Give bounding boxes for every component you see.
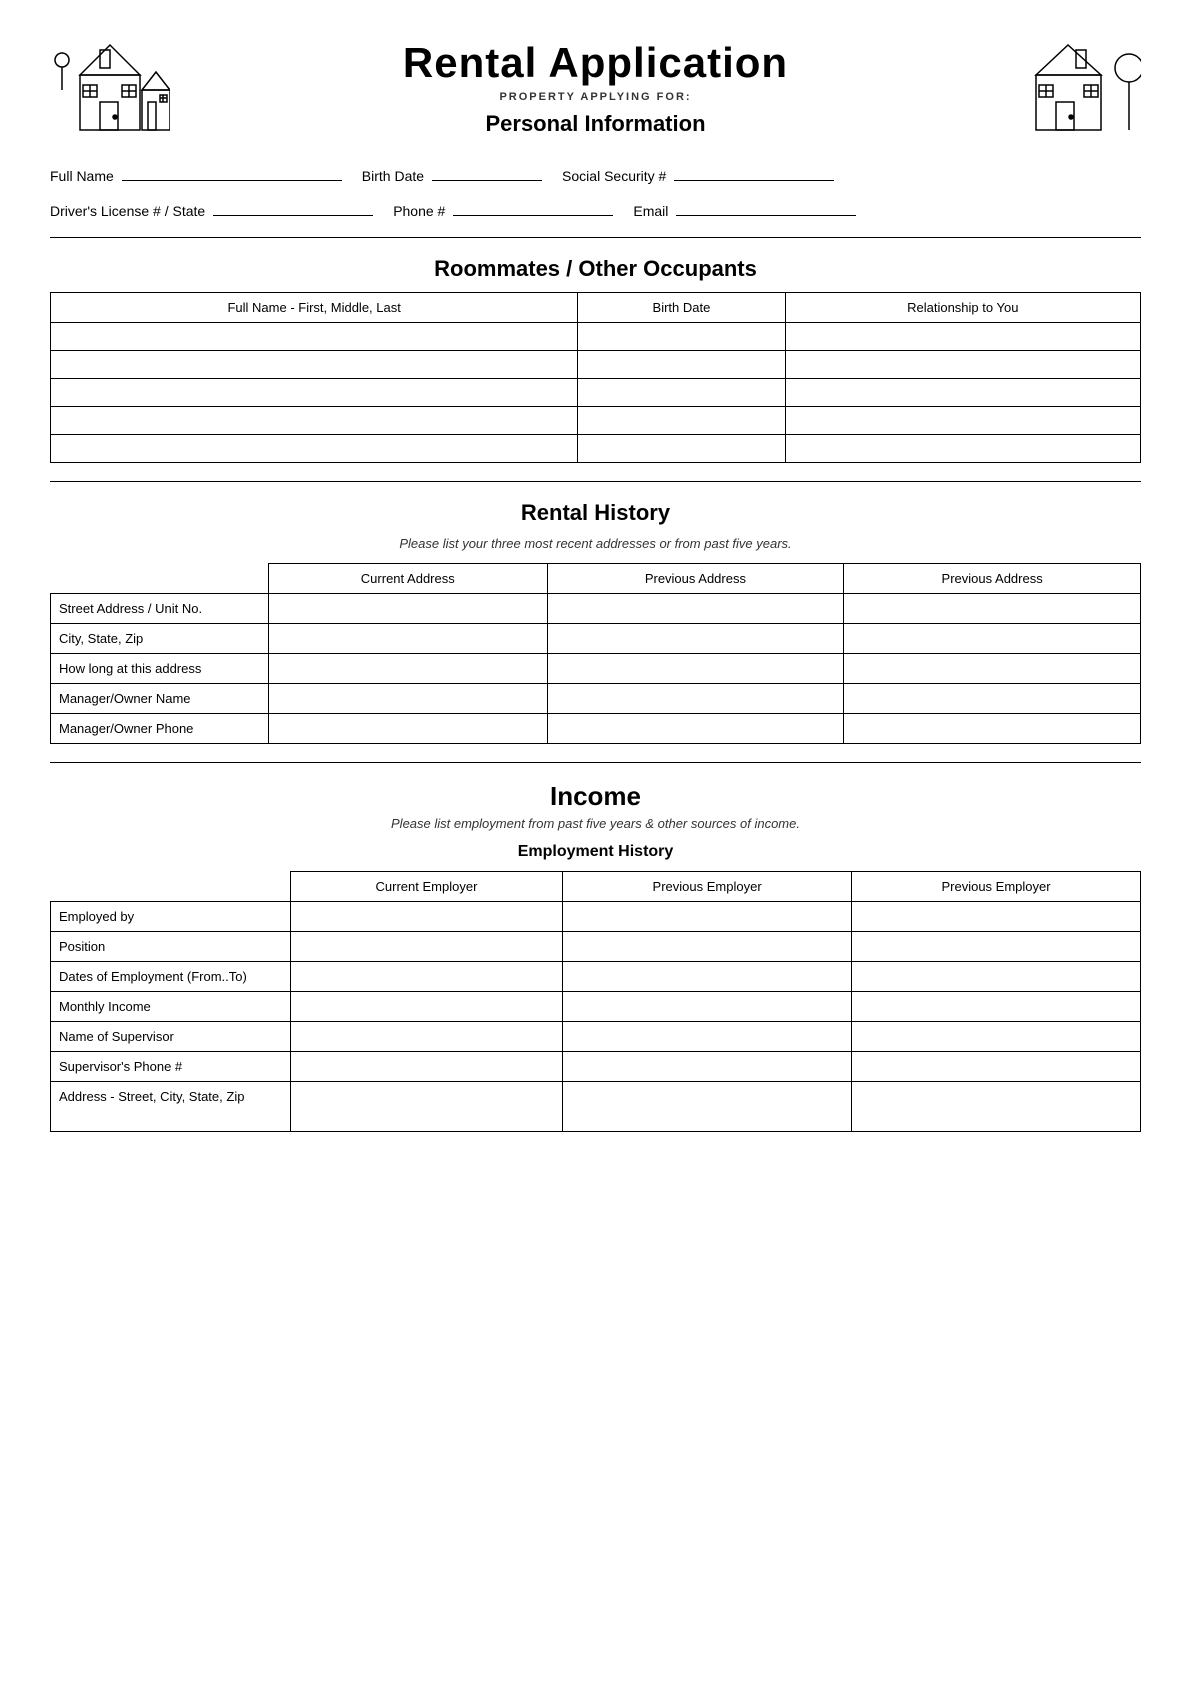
personal-info-row-2: Driver's License # / State Phone # Email	[50, 198, 1141, 219]
birth-date-field: Birth Date	[362, 163, 542, 184]
full-name-field: Full Name	[50, 163, 342, 184]
personal-info-title: Personal Information	[180, 111, 1011, 137]
table-row: Employed by	[51, 902, 1141, 932]
house-icon-left	[50, 30, 180, 145]
emp-row-income: Monthly Income	[51, 992, 291, 1022]
employment-history-table: Current Employer Previous Employer Previ…	[50, 871, 1141, 1132]
emp-row-address: Address - Street, City, State, Zip	[51, 1082, 291, 1132]
ssn-field: Social Security #	[562, 163, 834, 184]
rh-row-street: Street Address / Unit No.	[51, 594, 269, 624]
email-label: Email	[633, 203, 668, 219]
house-icon-right	[1011, 30, 1141, 145]
emp-row-supervisor-name: Name of Supervisor	[51, 1022, 291, 1052]
rental-history-title: Rental History	[50, 500, 1141, 526]
divider-1	[50, 237, 1141, 238]
table-row: How long at this address	[51, 654, 1141, 684]
roommates-col-relationship: Relationship to You	[785, 293, 1140, 323]
phone-field: Phone #	[393, 198, 613, 219]
emp-col-prev2: Previous Employer	[852, 872, 1141, 902]
roommates-col-birthdate: Birth Date	[578, 293, 785, 323]
property-label: PROPERTY APPLYING FOR:	[180, 91, 1011, 103]
roommates-title: Roommates / Other Occupants	[50, 256, 1141, 282]
rh-col-prev2: Previous Address	[844, 564, 1141, 594]
drivers-license-field: Driver's License # / State	[50, 198, 373, 219]
birth-date-label: Birth Date	[362, 168, 424, 184]
rh-row-howlong: How long at this address	[51, 654, 269, 684]
table-row: Monthly Income	[51, 992, 1141, 1022]
table-row	[51, 351, 1141, 379]
rh-row-manager-name: Manager/Owner Name	[51, 684, 269, 714]
rental-history-subtitle: Please list your three most recent addre…	[50, 536, 1141, 551]
personal-info-row-1: Full Name Birth Date Social Security #	[50, 163, 1141, 184]
phone-label: Phone #	[393, 203, 445, 219]
rh-col-current: Current Address	[269, 564, 548, 594]
divider-3	[50, 762, 1141, 763]
main-title: Rental Application	[180, 39, 1011, 87]
roommates-table: Full Name - First, Middle, Last Birth Da…	[50, 292, 1141, 463]
emp-row-supervisor-phone: Supervisor's Phone #	[51, 1052, 291, 1082]
personal-info-section: Full Name Birth Date Social Security # D…	[50, 163, 1141, 219]
emp-row-employed-by: Employed by	[51, 902, 291, 932]
emp-row-position: Position	[51, 932, 291, 962]
emp-col-prev1: Previous Employer	[563, 872, 852, 902]
drivers-license-label: Driver's License # / State	[50, 203, 205, 219]
table-row: City, State, Zip	[51, 624, 1141, 654]
income-subtitle: Please list employment from past five ye…	[50, 816, 1141, 831]
table-row: Name of Supervisor	[51, 1022, 1141, 1052]
full-name-label: Full Name	[50, 168, 114, 184]
income-title: Income	[50, 781, 1141, 812]
employment-history-title: Employment History	[50, 843, 1141, 861]
table-row: Manager/Owner Phone	[51, 714, 1141, 744]
table-row: Street Address / Unit No.	[51, 594, 1141, 624]
emp-row-dates: Dates of Employment (From..To)	[51, 962, 291, 992]
header-text: Rental Application PROPERTY APPLYING FOR…	[180, 39, 1011, 137]
emp-empty-header	[51, 872, 291, 902]
ssn-input[interactable]	[674, 163, 834, 181]
ssn-label: Social Security #	[562, 168, 666, 184]
roommates-col-name: Full Name - First, Middle, Last	[51, 293, 578, 323]
table-row	[51, 323, 1141, 351]
phone-input[interactable]	[453, 198, 613, 216]
rh-row-manager-phone: Manager/Owner Phone	[51, 714, 269, 744]
full-name-input[interactable]	[122, 163, 342, 181]
email-field: Email	[633, 198, 856, 219]
rh-row-city: City, State, Zip	[51, 624, 269, 654]
rh-empty-header	[51, 564, 269, 594]
divider-2	[50, 481, 1141, 482]
email-input[interactable]	[676, 198, 856, 216]
table-row: Position	[51, 932, 1141, 962]
table-row	[51, 435, 1141, 463]
drivers-license-input[interactable]	[213, 198, 373, 216]
table-row	[51, 379, 1141, 407]
table-row: Manager/Owner Name	[51, 684, 1141, 714]
rh-col-prev1: Previous Address	[547, 564, 844, 594]
birth-date-input[interactable]	[432, 163, 542, 181]
rental-history-table: Current Address Previous Address Previou…	[50, 563, 1141, 744]
emp-col-current: Current Employer	[290, 872, 562, 902]
table-row	[51, 407, 1141, 435]
table-row: Dates of Employment (From..To)	[51, 962, 1141, 992]
header: Rental Application PROPERTY APPLYING FOR…	[50, 30, 1141, 145]
table-row: Address - Street, City, State, Zip	[51, 1082, 1141, 1132]
table-row: Supervisor's Phone #	[51, 1052, 1141, 1082]
